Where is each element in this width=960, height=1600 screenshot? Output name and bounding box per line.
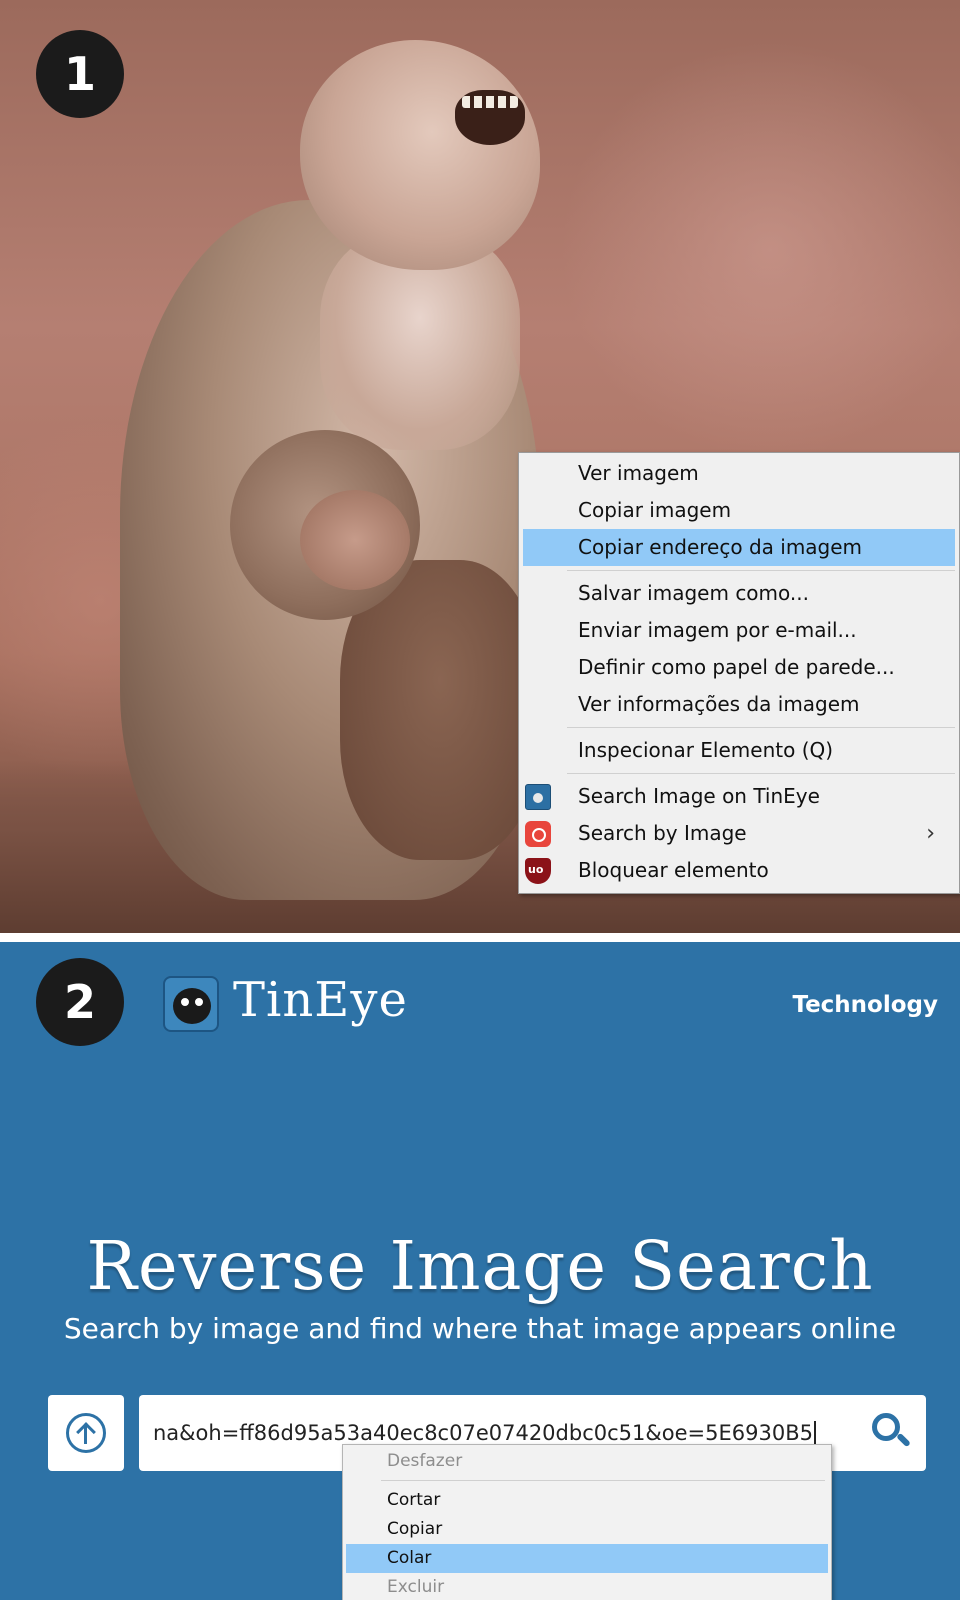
menu-item-cut[interactable]: Cortar [343, 1486, 831, 1515]
search-icon-handle [896, 1432, 911, 1448]
ublock-icon [525, 858, 551, 884]
logo-eye-right [193, 996, 205, 1008]
menu-item-copy-image[interactable]: Copiar imagem [519, 492, 959, 529]
menu-item-copy[interactable]: Copiar [343, 1515, 831, 1544]
upload-button[interactable] [48, 1395, 124, 1471]
menu-item-search-tineye[interactable]: Search Image on TinEye [519, 778, 959, 815]
monkey-head [300, 40, 540, 270]
menu-separator [567, 727, 955, 728]
hero-subtitle: Search by image and find where that imag… [63, 1312, 897, 1345]
menu-item-email-image[interactable]: Enviar imagem por e-mail... [519, 612, 959, 649]
nav-link-technology[interactable]: Technology [792, 992, 938, 1018]
image-context-menu: Ver imagem Copiar imagem Copiar endereço… [518, 452, 960, 894]
chevron-right-icon: › [926, 821, 935, 846]
menu-item-undo[interactable]: Desfazer [343, 1447, 831, 1476]
menu-item-label: Search Image on TinEye [578, 784, 820, 808]
search-button[interactable] [850, 1395, 926, 1471]
menu-item-label: Search by Image [578, 821, 747, 845]
tineye-page: 2 TinEye Technology Reverse Image Search… [0, 942, 960, 1600]
menu-item-paste[interactable]: Colar [346, 1544, 828, 1573]
baby-monkey-face [300, 490, 410, 590]
menu-item-image-info[interactable]: Ver informações da imagem [519, 686, 959, 723]
step-badge-2: 2 [36, 958, 124, 1046]
image-url-value: na&oh=ff86d95a53a40ec8c07e07420dbc0c51&o… [153, 1421, 813, 1445]
upload-arrow-icon [66, 1413, 106, 1453]
menu-item-view-image[interactable]: Ver imagem [519, 455, 959, 492]
menu-separator [567, 570, 955, 571]
hero-title: Reverse Image Search [86, 1227, 874, 1305]
tineye-icon [525, 784, 551, 810]
brand-name[interactable]: TinEye [233, 972, 408, 1028]
menu-item-save-image[interactable]: Salvar imagem como... [519, 575, 959, 612]
background-blur [560, 40, 960, 460]
menu-item-copy-image-address[interactable]: Copiar endereço da imagem [523, 529, 955, 566]
logo-eye-left [179, 996, 191, 1008]
menu-separator [381, 1480, 825, 1481]
menu-item-set-wallpaper[interactable]: Definir como papel de parede... [519, 649, 959, 686]
edit-context-menu: Desfazer Cortar Copiar Colar Excluir [342, 1444, 832, 1600]
monkey-photo-panel: 1 Ver imagem Copiar imagem Copiar endere… [0, 0, 960, 933]
menu-separator [567, 773, 955, 774]
monkey-teeth [462, 96, 518, 108]
step-badge-1: 1 [36, 30, 124, 118]
logo-robot-face [173, 988, 211, 1024]
menu-item-inspect-element[interactable]: Inspecionar Elemento (Q) [519, 732, 959, 769]
search-icon [872, 1413, 900, 1441]
menu-item-search-by-image[interactable]: Search by Image › [519, 815, 959, 852]
menu-item-label: Bloquear elemento [578, 858, 769, 882]
camera-icon [525, 821, 551, 847]
menu-item-delete[interactable]: Excluir [343, 1573, 831, 1600]
menu-item-block-element[interactable]: Bloquear elemento [519, 852, 959, 889]
tineye-logo-icon[interactable] [163, 976, 219, 1032]
